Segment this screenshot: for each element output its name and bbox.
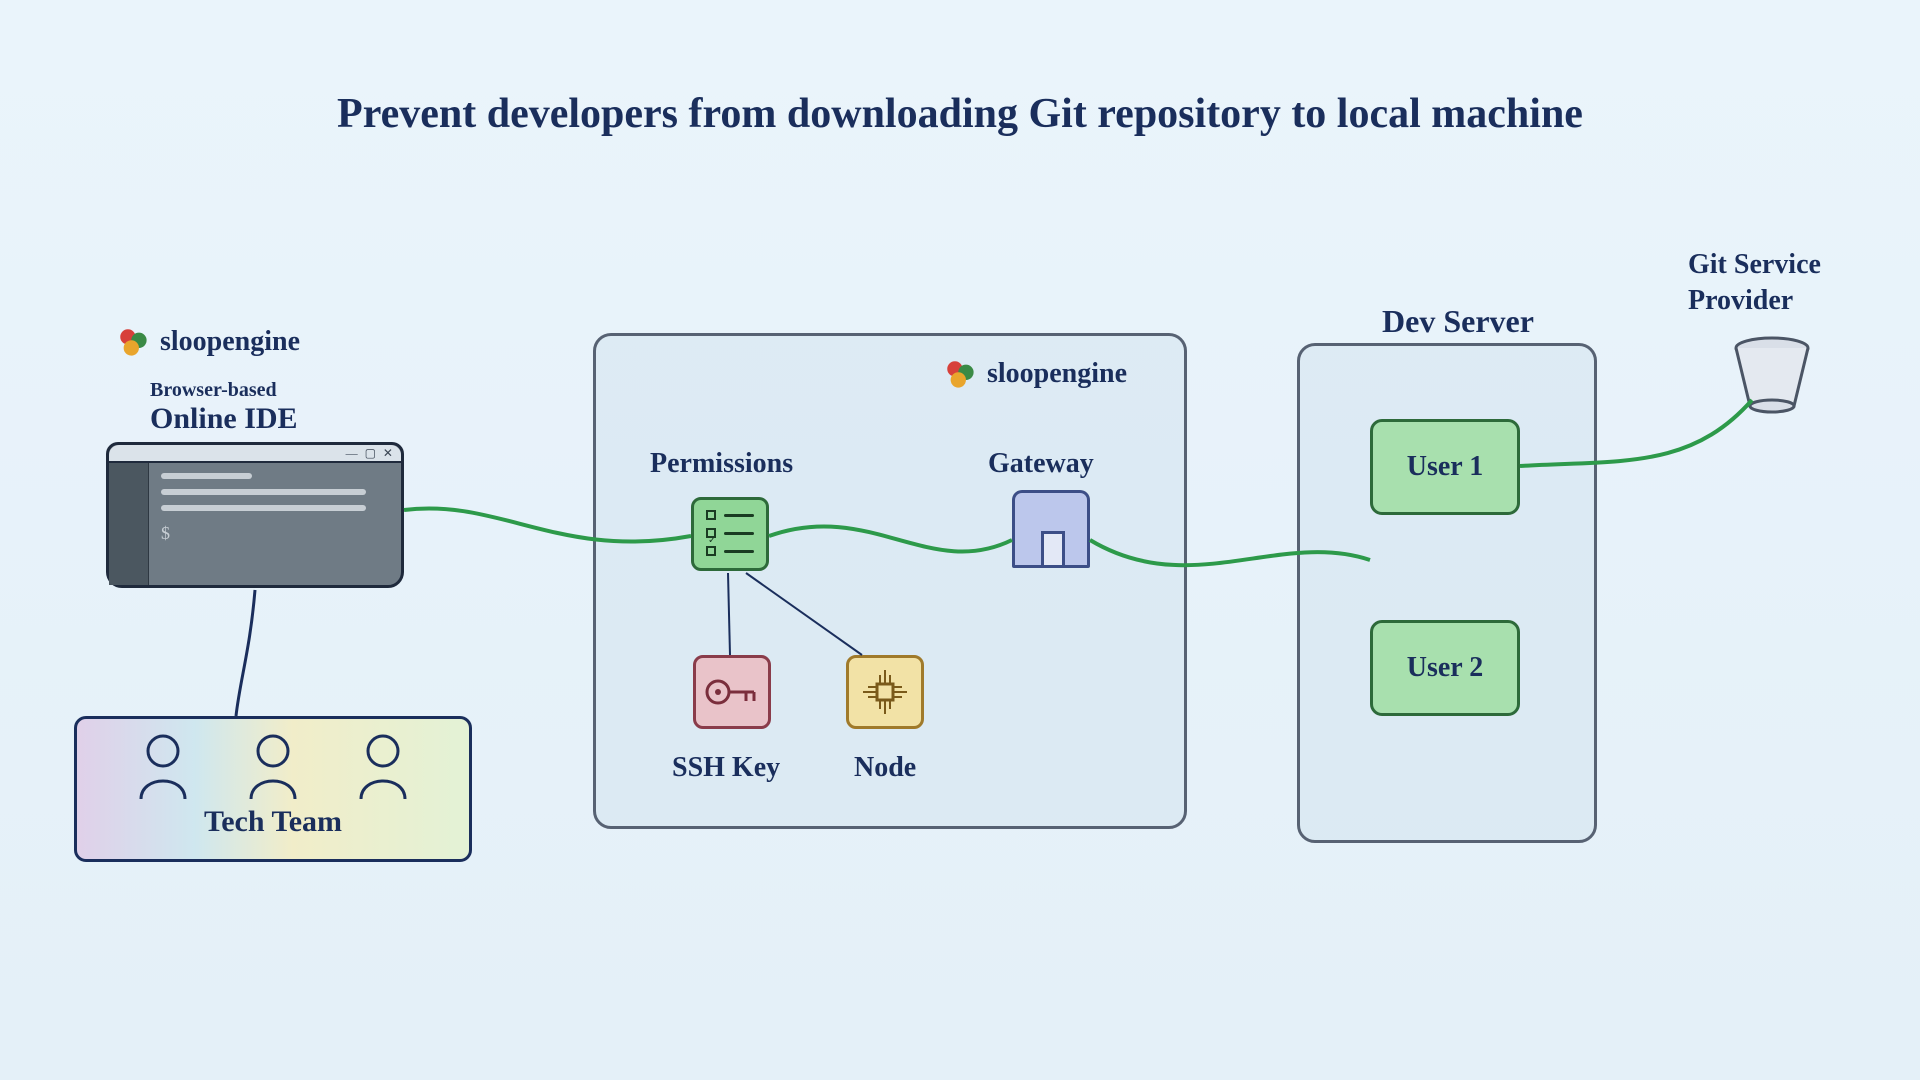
- ide-subtitle-big: Online IDE: [150, 402, 298, 436]
- brand-left: sloopengine: [116, 325, 300, 359]
- ide-subtitle-small: Browser-based: [150, 379, 277, 402]
- ide-sidebar: [109, 463, 149, 585]
- permissions-icon: [691, 497, 769, 571]
- ide-window: — ▢ ✕ $: [106, 442, 404, 588]
- ide-titlebar: — ▢ ✕: [109, 445, 401, 463]
- ide-code: $: [161, 473, 389, 544]
- sloopengine-logo-icon: [116, 325, 150, 359]
- node-icon: [846, 655, 924, 729]
- brand-name: sloopengine: [160, 326, 300, 358]
- git-provider-label: Git Service Provider: [1688, 247, 1821, 320]
- user1-box: User 1: [1370, 419, 1520, 515]
- dev-server-box: [1297, 343, 1597, 843]
- tech-team-label: Tech Team: [77, 805, 469, 839]
- sshkey-label: SSH Key: [672, 752, 780, 784]
- gateway-icon: [1012, 490, 1090, 568]
- gateway-label: Gateway: [988, 448, 1094, 480]
- diagram-title: Prevent developers from downloading Git …: [337, 90, 1583, 138]
- brand-center: sloopengine: [943, 357, 1127, 391]
- person-icon: [246, 731, 300, 801]
- sloopengine-logo-icon: [943, 357, 977, 391]
- node-label: Node: [854, 752, 916, 784]
- brand-name: sloopengine: [987, 358, 1127, 390]
- window-controls-icon: — ▢ ✕: [346, 446, 395, 461]
- tech-team-box: Tech Team: [74, 716, 472, 862]
- sshkey-icon: [693, 655, 771, 729]
- git-provider-cylinder-icon: [1732, 336, 1812, 416]
- person-icon: [136, 731, 190, 801]
- dev-server-label: Dev Server: [1382, 303, 1534, 340]
- permissions-label: Permissions: [650, 448, 793, 480]
- person-icon: [356, 731, 410, 801]
- user2-box: User 2: [1370, 620, 1520, 716]
